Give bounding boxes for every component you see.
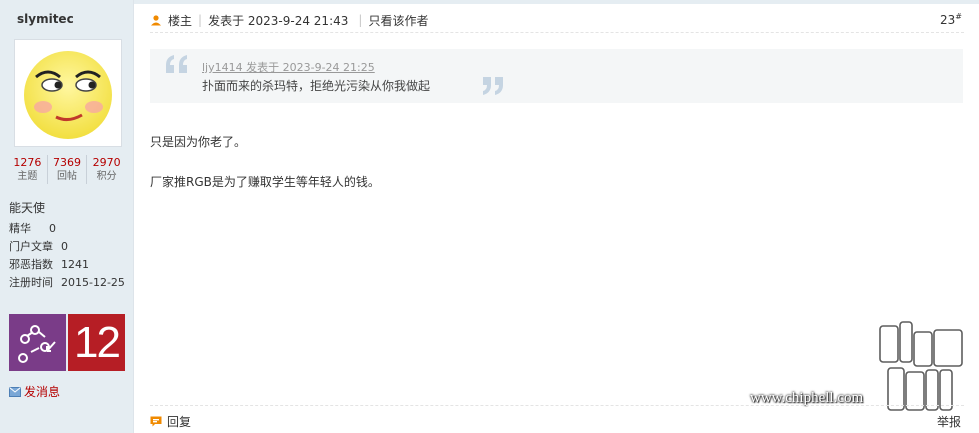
close-quote-icon (483, 77, 503, 95)
info-row: 精华 0 (9, 220, 133, 238)
user-icon (151, 15, 161, 26)
header-divider (150, 32, 964, 33)
info-key: 注册时间 (9, 276, 53, 289)
smiley-avatar-icon (24, 51, 112, 139)
open-quote-icon (166, 55, 187, 73)
info-value: 2015-12-25 (61, 276, 125, 289)
author-stats: 1276 主题 7369 回帖 2970 积分 (8, 155, 126, 184)
send-message-link[interactable]: 发消息 (9, 383, 60, 400)
post-body-line: 只是因为你老了。 (150, 135, 247, 149)
reply-icon (150, 416, 162, 427)
floor-mark: # (955, 12, 962, 21)
top-divider (134, 0, 979, 4)
medals: 12 (9, 314, 125, 371)
info-key: 门户文章 (9, 240, 53, 253)
envelope-icon (9, 386, 21, 397)
author-name[interactable]: slymitec (17, 12, 74, 26)
report-link[interactable]: 举报 (937, 413, 961, 430)
quote-block: ljy1414 发表于 2023-9-24 21:25 扑面而来的杀玛特，拒绝光… (150, 49, 963, 103)
quote-meta[interactable]: ljy1414 发表于 2023-9-24 21:25 (202, 59, 375, 75)
author-info: 精华 0 门户文章 0 邪恶指数 1241 注册时间 2015-12-25 (9, 220, 133, 292)
post-body-line: 厂家推RGB是为了赚取学生等年轻人的钱。 (150, 175, 380, 189)
stat-threads[interactable]: 1276 主题 (8, 155, 48, 184)
separator: | (358, 13, 363, 27)
footer-divider (150, 405, 964, 406)
nodes-icon (18, 325, 56, 363)
reply-button[interactable]: 回复 (150, 413, 191, 430)
floor-number[interactable]: 23# (940, 12, 962, 27)
avatar[interactable] (14, 39, 122, 147)
info-key: 邪恶指数 (9, 258, 53, 271)
stat-replies[interactable]: 7369 回帖 (48, 155, 88, 184)
only-author-link[interactable]: 只看该作者 (368, 12, 428, 29)
separator: | (198, 13, 203, 27)
quote-text: 扑面而来的杀玛特，拒绝光污染从你我做起 (202, 79, 431, 93)
medal-number[interactable]: 12 (68, 314, 125, 371)
reply-label: 回复 (167, 415, 192, 429)
info-key: 精华 (9, 222, 31, 235)
info-row: 门户文章 0 (9, 238, 133, 256)
author-sidebar: slymitec 1276 主题 7369 回帖 2970 积分 能天使 精华 … (0, 0, 134, 433)
medal-share-icon[interactable] (9, 314, 66, 371)
user-group[interactable]: 能天使 (9, 199, 45, 216)
send-message-label: 发消息 (24, 385, 61, 399)
info-value: 0 (49, 222, 56, 235)
info-value: 0 (61, 240, 68, 253)
stat-points[interactable]: 2970 积分 (87, 155, 126, 184)
post-header: 楼主 | 发表于 2023-9-24 21:43 | 只看该作者 (150, 12, 964, 28)
info-row: 邪恶指数 1241 (9, 256, 133, 274)
info-row: 注册时间 2015-12-25 (9, 274, 133, 292)
info-value: 1241 (61, 258, 89, 271)
post-time: 发表于 2023-9-24 21:43 (208, 13, 349, 28)
floor-value: 23 (940, 13, 956, 27)
op-label: 楼主 (168, 13, 193, 28)
